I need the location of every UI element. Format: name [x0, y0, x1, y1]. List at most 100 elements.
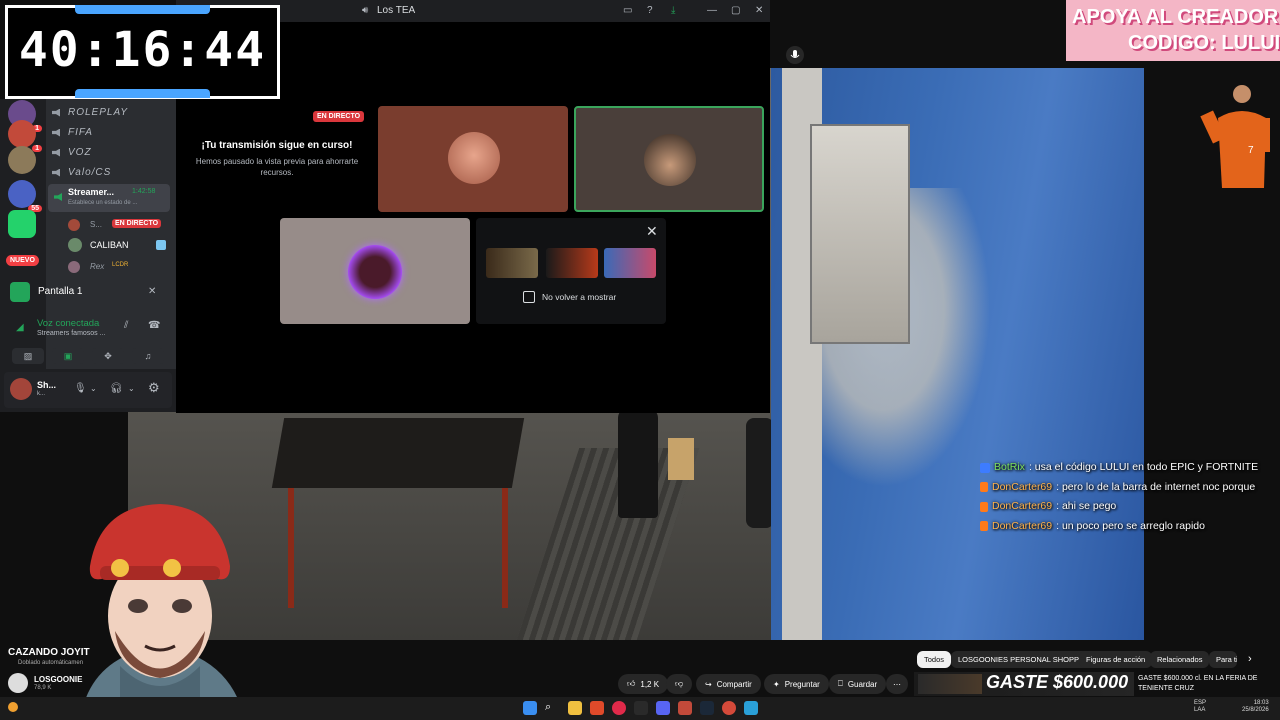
- voice-search-button[interactable]: [786, 46, 804, 64]
- clock[interactable]: 18:03 25/8/2026: [1242, 700, 1269, 714]
- chip-for-you[interactable]: Para ti: [1209, 651, 1237, 668]
- avatar: [348, 245, 402, 299]
- footballer-image: 7: [1200, 85, 1270, 188]
- channel-roleplay[interactable]: ROLEPLAY: [52, 107, 128, 118]
- ad-headline: GASTE $600.000: [986, 672, 1129, 692]
- user-status: k...: [37, 391, 46, 397]
- avatar: [68, 219, 80, 231]
- stream-duration: 1:42:58: [132, 188, 156, 195]
- vtuber-avatar: [80, 504, 245, 720]
- inbox-icon[interactable]: ▭: [623, 5, 632, 16]
- download-icon[interactable]: ⤓: [671, 5, 675, 16]
- voice-channel[interactable]: Streamers famosos ...: [37, 330, 105, 337]
- member-row[interactable]: S... EN DIRECTO: [68, 218, 168, 232]
- chevron-down-icon[interactable]: ⌄: [90, 384, 97, 393]
- kick-server-icon[interactable]: [8, 210, 36, 238]
- chevron-right-icon[interactable]: ›: [1248, 653, 1252, 665]
- chat-text: : pero lo de la barra de internet noc po…: [1056, 480, 1256, 493]
- chip-personal-shopper[interactable]: LOSGOONIES PERSONAL SHOPPER: [951, 651, 1097, 668]
- game-thumbnail[interactable]: [604, 248, 656, 278]
- screen-share-panel[interactable]: Pantalla 1 ✕: [4, 280, 172, 304]
- soundboard-button[interactable]: ♫: [132, 348, 164, 364]
- game-thumbnail[interactable]: [546, 248, 598, 278]
- like-count: 1,2 K: [640, 679, 660, 689]
- channel-avatar[interactable]: [8, 673, 28, 693]
- camera-button[interactable]: ▨: [12, 348, 44, 364]
- app-icon[interactable]: [678, 701, 692, 715]
- timer-value: 40:16:44: [18, 22, 267, 78]
- chat-text: : ahi se pego: [1056, 500, 1117, 512]
- chip-action-figures[interactable]: Figuras de acción: [1079, 651, 1153, 668]
- chip-all[interactable]: Todos: [917, 651, 952, 668]
- speaker-icon: [54, 188, 64, 206]
- avatar: [644, 134, 696, 186]
- server-icon[interactable]: 55: [8, 180, 42, 212]
- mic-icon[interactable]: 🎙︎: [74, 383, 87, 394]
- bookmark-icon: ⎕: [838, 679, 843, 688]
- activities-button[interactable]: ✥: [92, 348, 124, 364]
- participant-tile[interactable]: [378, 106, 568, 212]
- channel-valo[interactable]: Valo/CS: [52, 167, 111, 178]
- share-label: Compartir: [716, 679, 752, 689]
- game-thumbnail[interactable]: [486, 248, 538, 278]
- chevron-down-icon[interactable]: ⌄: [128, 384, 135, 393]
- search-icon[interactable]: ⌕: [545, 701, 559, 715]
- dislike-button[interactable]: 👎︎: [666, 674, 693, 694]
- save-button[interactable]: ⎕ Guardar: [829, 674, 887, 694]
- avatar[interactable]: [10, 378, 32, 400]
- avatar: [448, 132, 500, 184]
- headphones-icon[interactable]: 🎧︎: [110, 383, 123, 394]
- dont-show-label[interactable]: No volver a mostrar: [542, 292, 616, 302]
- save-label: Guardar: [847, 679, 878, 689]
- chat-text: : un poco pero se arreglo rapido: [1056, 519, 1205, 532]
- channel-fifa[interactable]: FIFA: [52, 127, 93, 138]
- avatar: [68, 261, 80, 273]
- participant-tile[interactable]: [280, 218, 470, 324]
- media-player-icon[interactable]: [612, 701, 626, 715]
- maximize-icon[interactable]: ▢: [731, 5, 740, 16]
- file-explorer-icon[interactable]: [568, 701, 582, 715]
- minimize-icon[interactable]: —: [707, 5, 717, 16]
- more-actions-button[interactable]: ⋯: [886, 674, 908, 694]
- ad-image: [918, 674, 982, 694]
- chat-message: BotRix: usa el código LULUI en todo EPIC…: [980, 458, 1280, 478]
- obs-icon[interactable]: [722, 701, 736, 715]
- chip-related[interactable]: Relacionados: [1150, 651, 1210, 668]
- share-button[interactable]: ↪ Compartir: [696, 674, 761, 694]
- status-placeholder[interactable]: Establece un estado de ...: [68, 200, 137, 206]
- brave-icon[interactable]: [590, 701, 604, 715]
- window-title: Los TEA: [377, 5, 416, 16]
- live-badge: EN DIRECTO: [313, 111, 365, 122]
- dont-show-checkbox[interactable]: [523, 291, 535, 303]
- server-icon[interactable]: [8, 146, 36, 174]
- weather-icon[interactable]: [8, 702, 18, 712]
- gear-icon[interactable]: ⚙: [148, 380, 160, 396]
- app-icon[interactable]: [634, 701, 648, 715]
- channel-voz[interactable]: VOZ: [52, 147, 92, 158]
- channel-streamers[interactable]: Streamer... 1:42:58 Establece un estado …: [48, 184, 170, 212]
- close-icon[interactable]: ✕: [148, 286, 156, 297]
- discord-icon[interactable]: [656, 701, 670, 715]
- like-button[interactable]: 👍︎ 1,2 K: [618, 674, 669, 694]
- user-panel: Sh... k... 🎙︎ ⌄ 🎧︎ ⌄ ⚙: [4, 372, 172, 408]
- noise-suppression-icon[interactable]: ⫽: [124, 320, 128, 331]
- member-name: CALIBAN: [90, 240, 129, 250]
- app-icon[interactable]: [744, 701, 758, 715]
- member-row[interactable]: CALIBAN: [68, 238, 168, 252]
- share-screen-button[interactable]: ▣: [52, 348, 84, 364]
- disconnect-icon[interactable]: ☎: [148, 320, 160, 331]
- help-icon[interactable]: ?: [647, 5, 653, 16]
- close-window-icon[interactable]: ✕: [755, 5, 763, 16]
- timer-accent-bar: [75, 5, 210, 14]
- input-language[interactable]: ESP LAA: [1194, 700, 1206, 714]
- member-name: S...: [90, 220, 103, 229]
- close-icon[interactable]: ✕: [646, 223, 658, 240]
- steam-icon[interactable]: [700, 701, 714, 715]
- ask-button[interactable]: ✦ Preguntar: [764, 674, 829, 694]
- start-icon[interactable]: [523, 701, 537, 715]
- server-icon[interactable]: 1: [8, 120, 42, 152]
- participant-tile-speaking[interactable]: [574, 106, 764, 212]
- speaker-icon: [52, 168, 60, 177]
- member-row[interactable]: Rex LCDR: [68, 260, 168, 274]
- youtube-header: [770, 22, 1066, 66]
